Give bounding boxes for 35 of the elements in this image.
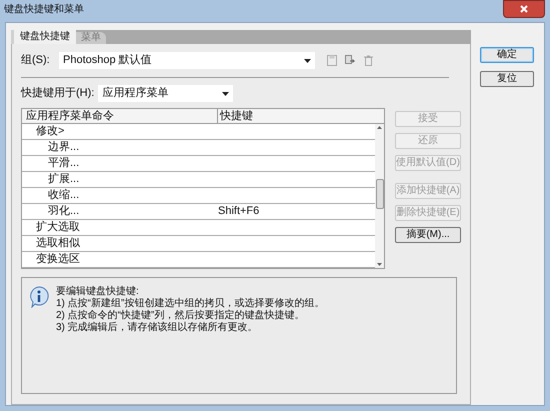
group-label: 组(S): bbox=[21, 53, 51, 68]
table-cell[interactable]: 羽化... bbox=[22, 204, 218, 219]
table-cell[interactable]: 边界... bbox=[22, 140, 218, 155]
dialog-button[interactable]: 复位 bbox=[480, 71, 534, 87]
table-cell[interactable]: 扩大选取 bbox=[22, 220, 218, 235]
new-set-icon[interactable] bbox=[345, 55, 356, 66]
group-dropdown[interactable]: Photoshop 默认值 bbox=[59, 52, 315, 69]
close-button[interactable] bbox=[503, 0, 545, 18]
window-title: 键盘快捷键和菜单 bbox=[4, 2, 84, 17]
table-cell[interactable]: 变换选区 bbox=[22, 252, 218, 267]
info-text: 2) 点按命令的“快捷键”列，然后按要指定的键盘快捷键。 bbox=[56, 310, 306, 322]
dropdown-caret-icon bbox=[222, 92, 230, 96]
scroll-thumb[interactable] bbox=[376, 179, 384, 209]
close-icon bbox=[520, 5, 528, 13]
table-cell[interactable]: 修改> bbox=[22, 124, 218, 139]
info-title: 要编辑键盘快捷键: bbox=[56, 286, 140, 298]
column-header[interactable]: 应用程序菜单命令 bbox=[22, 109, 218, 123]
info-text: 1) 点按“新建组”按钮创建选中组的拷贝，或选择要修改的组。 bbox=[56, 298, 324, 310]
action-button[interactable]: 摘要(M)... bbox=[395, 227, 461, 243]
scroll-down-icon[interactable] bbox=[377, 263, 382, 266]
scrollbar[interactable] bbox=[375, 124, 384, 268]
info-icon bbox=[28, 286, 50, 308]
info-text: 3) 完成编辑后，请存储该组以存储所有更改。 bbox=[56, 322, 259, 334]
dialog-button[interactable]: 确定 bbox=[480, 47, 534, 63]
table-cell[interactable]: Shift+F6 bbox=[218, 204, 260, 219]
dropdown-caret-icon bbox=[304, 58, 311, 62]
table-cell[interactable]: 收缩... bbox=[22, 188, 218, 203]
tab[interactable]: 键盘快捷键 bbox=[11, 30, 76, 44]
scroll-up-icon[interactable] bbox=[377, 126, 382, 129]
table-cell[interactable]: 平滑... bbox=[22, 156, 218, 171]
table-cell[interactable]: 选取相似 bbox=[22, 236, 218, 251]
shortcuts-for-label: 快捷键用于(H): bbox=[21, 86, 94, 102]
shortcuts-for-dropdown[interactable]: 应用程序菜单 bbox=[98, 85, 234, 102]
column-header[interactable]: 快捷键 bbox=[218, 109, 384, 123]
table-cell[interactable]: 扩展... bbox=[22, 172, 218, 187]
